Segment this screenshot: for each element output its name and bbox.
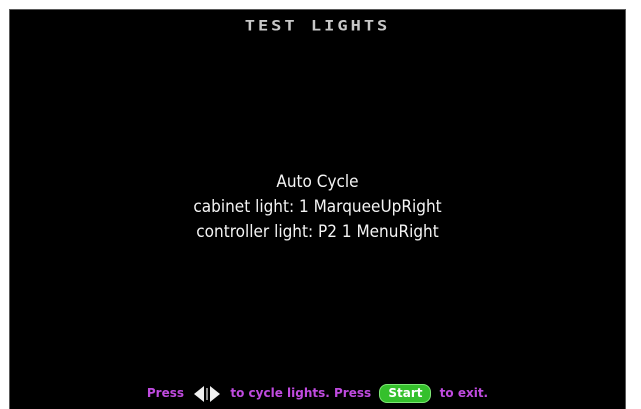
cabinet-light-label: cabinet light: 1 MarqueeUpRight [193, 197, 442, 217]
controller-light-label: controller light: P2 1 MenuRight [196, 222, 439, 242]
press-text: Press [146, 386, 185, 400]
exit-text: to exit. [439, 386, 489, 400]
mode-label: Auto Cycle [276, 172, 359, 192]
instructions-footer: Press to cycle lights. Press Start to ex… [10, 384, 625, 403]
arrow-buttons[interactable] [192, 385, 222, 403]
light-status: Auto Cycle cabinet light: 1 MarqueeUpRig… [10, 170, 625, 245]
left-arrow-icon [194, 385, 205, 402]
start-button[interactable]: Start [379, 384, 432, 403]
arrow-separator [206, 387, 209, 400]
screen-title: TEST LIGHTS [244, 17, 391, 35]
right-arrow-icon [210, 385, 221, 402]
test-lights-screen: TEST LIGHTS Auto Cycle cabinet light: 1 … [9, 9, 626, 409]
press-again-text: Press [334, 386, 372, 400]
game-frame: TEST LIGHTS Auto Cycle cabinet light: 1 … [0, 0, 641, 409]
cycle-text: to cycle lights. [230, 386, 330, 400]
